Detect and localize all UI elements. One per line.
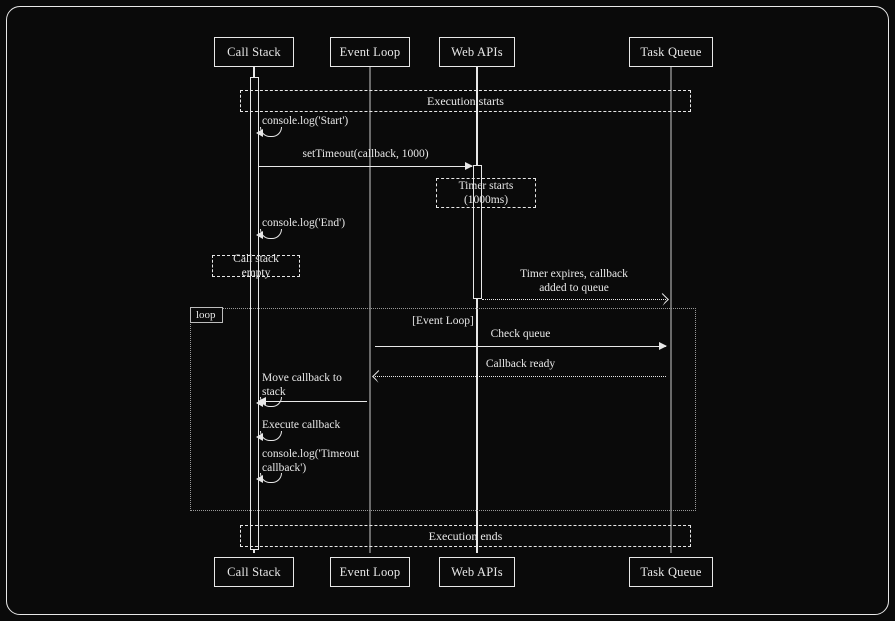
message-arrow bbox=[375, 376, 666, 377]
message-arrow bbox=[259, 166, 472, 167]
message-arrow bbox=[375, 346, 666, 347]
message-label: Timer expires, callbackadded to queue bbox=[482, 267, 666, 296]
participant-webapis: Web APIs bbox=[439, 37, 515, 67]
loop-tag: loop bbox=[190, 307, 223, 323]
participant-taskqueue: Task Queue bbox=[629, 37, 713, 67]
participant-callstack-bottom: Call Stack bbox=[214, 557, 294, 587]
self-return-arrowhead bbox=[256, 433, 263, 441]
self-return-arrowhead bbox=[256, 475, 263, 483]
participant-callstack: Call Stack bbox=[214, 37, 294, 67]
participant-eventloop: Event Loop bbox=[330, 37, 410, 67]
diagram-canvas: Call Stack Call Stack Event Loop Event Loop… bbox=[7, 7, 888, 614]
participant-eventloop-bottom: Event Loop bbox=[330, 557, 410, 587]
self-return-curve bbox=[260, 229, 282, 239]
divider: Execution starts bbox=[240, 90, 691, 112]
message-arrow bbox=[259, 401, 367, 402]
message-label: setTimeout(callback, 1000) bbox=[259, 147, 472, 161]
self-return-curve bbox=[260, 127, 282, 137]
message-arrow bbox=[482, 299, 666, 300]
participant-webapis-bottom: Web APIs bbox=[439, 557, 515, 587]
divider: Execution ends bbox=[240, 525, 691, 547]
note: Call stack empty bbox=[212, 255, 300, 277]
participant-taskqueue-bottom: Task Queue bbox=[629, 557, 713, 587]
self-return-arrowhead bbox=[256, 129, 263, 137]
note: Timer starts(1000ms) bbox=[436, 178, 536, 208]
self-return-arrowhead bbox=[256, 231, 263, 239]
